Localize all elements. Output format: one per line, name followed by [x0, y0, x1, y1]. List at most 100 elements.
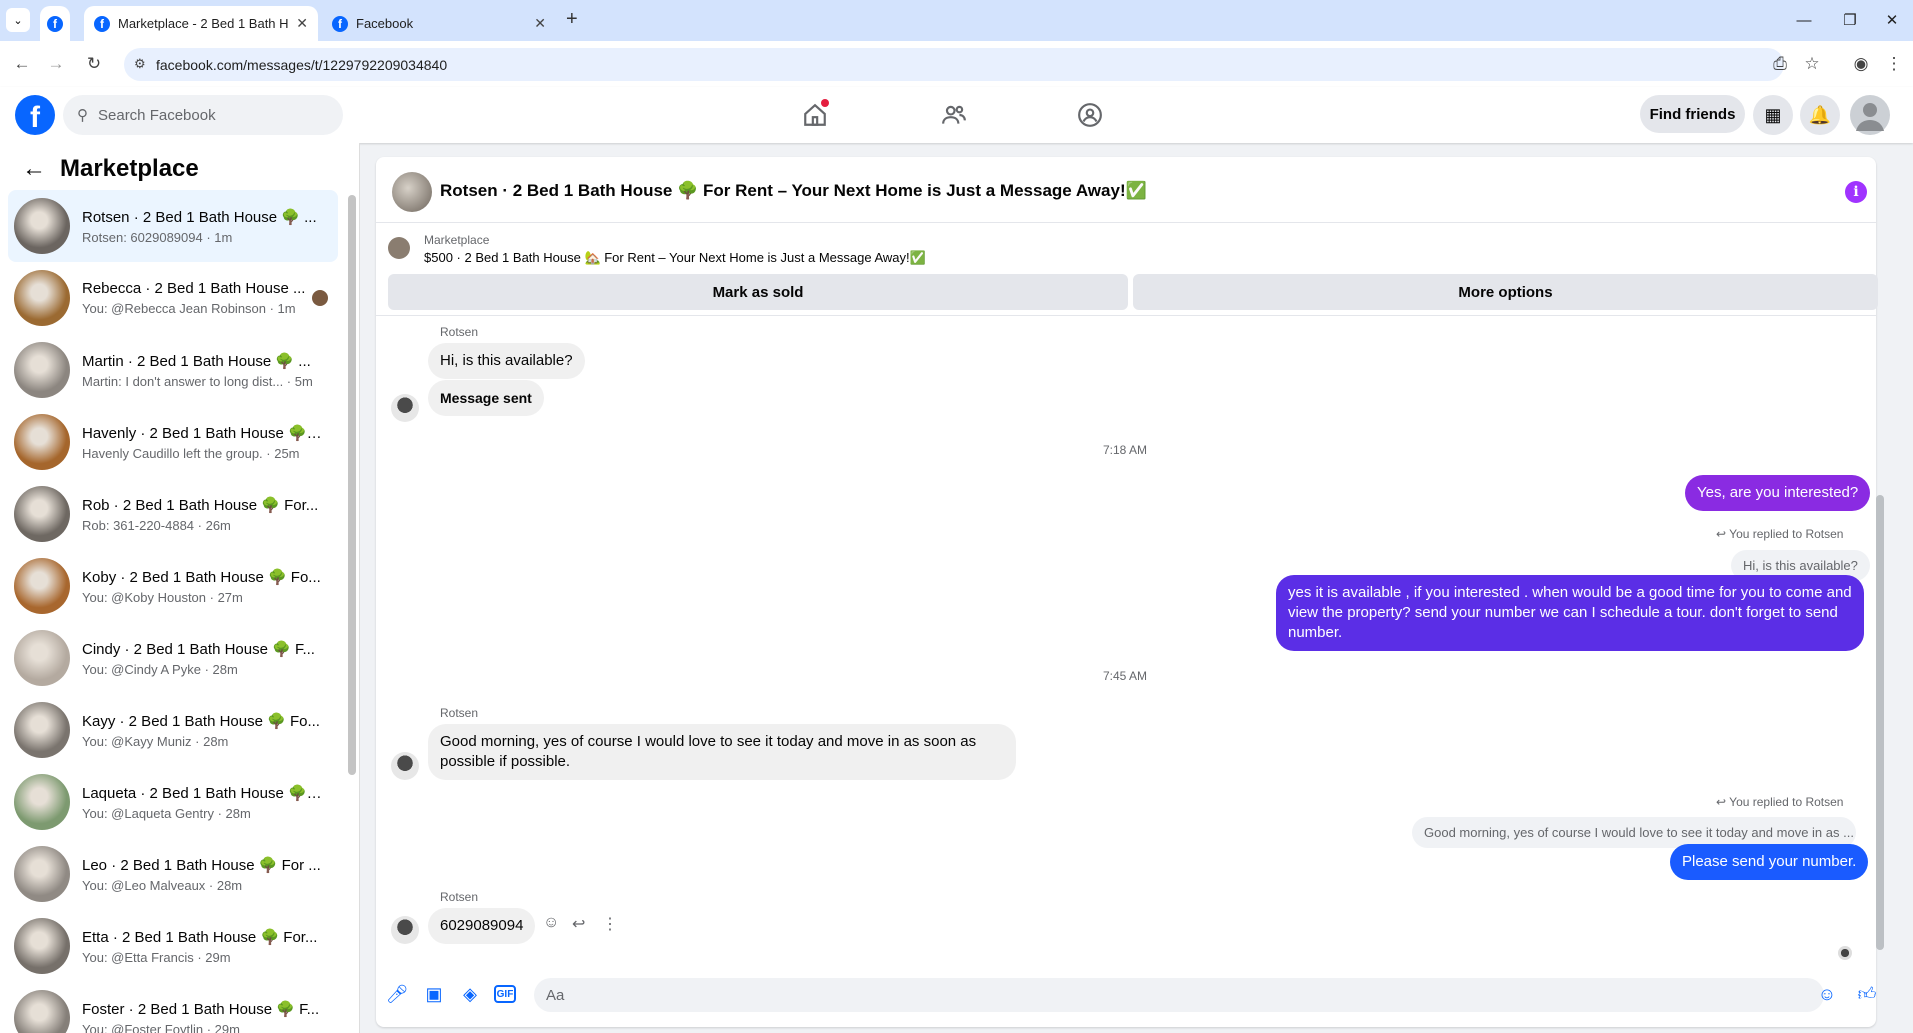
listing-thumbnail — [14, 270, 70, 326]
sticker-icon[interactable]: ◈ — [458, 982, 482, 1006]
search-input[interactable]: ⚲ Search Facebook — [63, 95, 343, 135]
conversation-text: Martin · 2 Bed 1 Bath House 🌳 ... Martin:… — [82, 352, 322, 389]
conversation-preview: You: @Kayy Muniz · 28m — [82, 733, 229, 749]
sidebar-header: ← Marketplace — [22, 155, 199, 183]
site-info-icon[interactable]: ⚙ — [134, 56, 146, 72]
timestamp: 7:45 AM — [1103, 669, 1148, 683]
chat-avatar[interactable] — [392, 172, 432, 212]
back-icon[interactable]: ← — [10, 52, 34, 76]
conversation-preview: You: @Laqueta Gentry · 28m — [82, 805, 251, 821]
react-emoji-icon[interactable]: ☺ — [543, 914, 559, 932]
conversation-text: Kayy · 2 Bed 1 Bath House 🌳 Fo... You: @K… — [82, 712, 322, 749]
bookmark-star-icon[interactable]: ☆ — [1800, 52, 1824, 76]
conversation-preview: Martin: I don't answer to long dist... ·… — [82, 373, 313, 389]
sender-avatar[interactable] — [391, 752, 419, 780]
conversation-item[interactable]: Rebecca · 2 Bed 1 Bath House ... You: @Re… — [8, 262, 338, 334]
tab-marketplace[interactable]: f Marketplace - 2 Bed 1 Bath Ho ✕ — [84, 6, 318, 41]
conversation-text: Foster · 2 Bed 1 Bath House 🌳 F... You: @… — [82, 1000, 322, 1033]
message-input[interactable]: Aa — [534, 978, 1824, 1012]
incoming-message[interactable]: Good morning, yes of course I would love… — [428, 724, 1016, 780]
conversation-item[interactable]: Martin · 2 Bed 1 Bath House 🌳 ... Martin:… — [8, 334, 338, 406]
reply-icon[interactable]: ↩ — [572, 914, 585, 934]
conversation-item[interactable]: Laqueta · 2 Bed 1 Bath House 🌳 ... You: @… — [8, 766, 338, 838]
conversation-preview: Rotsen: 6029089094 · 1m — [82, 229, 233, 245]
listing-thumbnail[interactable] — [388, 237, 410, 259]
notifications-bell-icon[interactable]: 🔔 — [1800, 95, 1840, 135]
incoming-message[interactable]: 6029089094 — [428, 908, 536, 944]
conversation-item[interactable]: Kayy · 2 Bed 1 Bath House 🌳 Fo... You: @K… — [8, 694, 338, 766]
more-options-button[interactable]: More options — [1133, 274, 1878, 310]
search-icon: ⚲ — [77, 107, 88, 124]
listing-thumbnail — [14, 342, 70, 398]
emoji-icon[interactable]: ☺ — [1815, 982, 1839, 1006]
tab-pinned-facebook[interactable]: f — [40, 6, 70, 41]
conversation-list: Rotsen · 2 Bed 1 Bath House 🌳 ... Rotsen:… — [8, 190, 338, 1033]
conversation-item[interactable]: Cindy · 2 Bed 1 Bath House 🌳 F... You: @C… — [8, 622, 338, 694]
conversation-item[interactable]: Rotsen · 2 Bed 1 Bath House 🌳 ... Rotsen:… — [8, 190, 338, 262]
account-avatar[interactable] — [1850, 95, 1890, 135]
listing-thumbnail — [14, 774, 70, 830]
url-field[interactable]: ⚙ facebook.com/messages/t/12297922090348… — [124, 48, 1784, 81]
listing-thumbnail — [14, 702, 70, 758]
install-app-icon[interactable]: ⎙ — [1768, 52, 1792, 76]
outgoing-message[interactable]: Yes, are you interested? — [1685, 475, 1871, 511]
photo-icon[interactable]: ▣ — [422, 982, 446, 1006]
reload-icon[interactable]: ↻ — [82, 52, 106, 76]
tab-close-icon[interactable]: ✕ — [534, 15, 546, 32]
reply-indicator: ↩ You replied to Rotsen — [1716, 527, 1844, 541]
mark-as-sold-button[interactable]: Mark as sold — [388, 274, 1128, 310]
sidebar-scrollbar[interactable] — [348, 195, 356, 775]
restore-button[interactable]: ❐ — [1830, 8, 1870, 32]
listing-thumbnail — [14, 486, 70, 542]
message-sender: Rotsen — [440, 325, 479, 339]
chat-title[interactable]: Rotsen · 2 Bed 1 Bath House 🌳 For Rent –… — [440, 181, 1147, 201]
more-actions-icon[interactable]: ⋮ — [602, 914, 618, 934]
conversation-text: Laqueta · 2 Bed 1 Bath House 🌳 ... You: @… — [82, 784, 322, 821]
outgoing-message[interactable]: yes it is available , if you interested … — [1276, 575, 1864, 651]
outgoing-message[interactable]: Please send your number. — [1670, 844, 1869, 880]
forward-icon[interactable]: → — [44, 52, 68, 76]
facebook-logo-icon[interactable]: f — [15, 95, 55, 135]
conversation-text: Rotsen · 2 Bed 1 Bath House 🌳 ... Rotsen:… — [82, 208, 322, 245]
window-close-button[interactable]: ✕ — [1872, 8, 1912, 32]
conversation-name: Leo · 2 Bed 1 Bath House 🌳 For ... — [82, 856, 321, 874]
conversation-item[interactable]: Havenly · 2 Bed 1 Bath House 🌳 ... Havenl… — [8, 406, 338, 478]
conversation-item[interactable]: Leo · 2 Bed 1 Bath House 🌳 For ... You: @… — [8, 838, 338, 910]
incoming-message[interactable]: Message sent — [428, 380, 544, 416]
find-friends-button[interactable]: Find friends — [1640, 95, 1745, 133]
conversation-name: Havenly · 2 Bed 1 Bath House 🌳 ... — [82, 424, 322, 442]
microphone-icon[interactable]: 🎤︎ — [385, 982, 409, 1006]
groups-icon[interactable] — [1070, 97, 1110, 133]
conversation-item[interactable]: Foster · 2 Bed 1 Bath House 🌳 F... You: @… — [8, 982, 338, 1033]
conversation-item[interactable]: Koby · 2 Bed 1 Bath House 🌳 Fo... You: @K… — [8, 550, 338, 622]
profile-icon[interactable]: ◉ — [1849, 52, 1873, 76]
seen-avatar-icon — [1838, 946, 1852, 960]
friends-icon[interactable] — [934, 97, 974, 133]
url-text: facebook.com/messages/t/1229792209034840 — [156, 56, 448, 73]
search-placeholder: Search Facebook — [98, 106, 216, 124]
conversation-name: Rebecca · 2 Bed 1 Bath House ... — [82, 280, 306, 297]
menu-grid-icon[interactable]: ▦ — [1753, 95, 1793, 135]
facebook-favicon-icon: f — [332, 15, 348, 32]
tab-search-chevron-icon[interactable]: ⌄ — [6, 8, 30, 32]
like-thumb-icon[interactable]: 👍︎ — [1855, 982, 1879, 1006]
home-icon[interactable] — [795, 97, 835, 133]
message-input-placeholder: Aa — [546, 986, 565, 1004]
browser-menu-icon[interactable]: ⋮ — [1882, 52, 1906, 76]
minimize-button[interactable]: — — [1784, 8, 1824, 32]
listing-thumbnail — [14, 846, 70, 902]
incoming-message[interactable]: Hi, is this available? — [428, 343, 585, 379]
gif-icon[interactable]: GIF — [494, 985, 516, 1003]
sender-avatar[interactable] — [391, 394, 419, 422]
back-arrow-icon[interactable]: ← — [22, 155, 46, 183]
new-tab-button[interactable]: + — [566, 8, 578, 31]
reply-indicator-text: You replied to Rotsen — [1729, 795, 1844, 809]
conversation-item[interactable]: Rob · 2 Bed 1 Bath House 🌳 For... Rob: 36… — [8, 478, 338, 550]
tab-facebook[interactable]: f Facebook ✕ — [322, 6, 556, 41]
conversation-item[interactable]: Etta · 2 Bed 1 Bath House 🌳 For... You: @… — [8, 910, 338, 982]
messages-scrollbar[interactable] — [1876, 495, 1884, 950]
tab-close-icon[interactable]: ✕ — [296, 15, 308, 32]
conversation-info-icon[interactable]: i — [1845, 181, 1867, 203]
sender-avatar[interactable] — [391, 916, 419, 944]
listing-title[interactable]: $500 · 2 Bed 1 Bath House 🏡 For Rent – Y… — [424, 250, 926, 266]
